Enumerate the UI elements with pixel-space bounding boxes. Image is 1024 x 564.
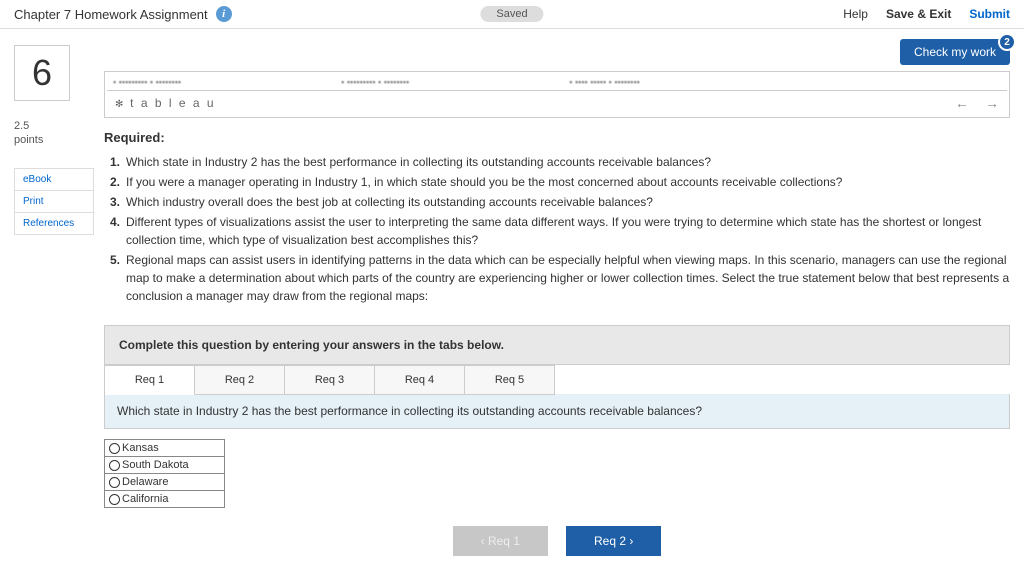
next-req-button[interactable]: Req 2 ›: [566, 526, 661, 556]
radio-icon: [109, 494, 120, 505]
check-label: Check my work: [914, 45, 996, 59]
req-item-2: If you were a manager operating in Indus…: [126, 173, 1010, 191]
current-question: Which state in Industry 2 has the best p…: [104, 394, 1010, 429]
references-link[interactable]: References: [14, 212, 94, 235]
radio-icon: [109, 443, 120, 454]
saved-indicator: Saved: [480, 6, 543, 22]
points-label: points: [14, 134, 43, 146]
req-tabstrip: Req 1 Req 2 Req 3 Req 4 Req 5: [104, 365, 1010, 395]
prev-req-button[interactable]: ‹ Req 1: [453, 526, 548, 556]
req-item-5: Regional maps can assist users in identi…: [126, 251, 1010, 305]
req-nav: ‹ Req 1 Req 2 ›: [104, 526, 1010, 564]
tab-req-2[interactable]: Req 2: [195, 365, 285, 395]
points-value: 2.5: [14, 120, 29, 132]
submit-link[interactable]: Submit: [969, 7, 1010, 21]
tableau-forward-icon[interactable]: →: [985, 95, 999, 111]
tableau-back-icon[interactable]: ←: [955, 95, 969, 111]
option-kansas[interactable]: Kansas: [105, 440, 225, 457]
save-exit-link[interactable]: Save & Exit: [886, 7, 951, 21]
radio-icon: [109, 460, 120, 471]
req-item-1: Which state in Industry 2 has the best p…: [126, 153, 1010, 171]
option-south-dakota[interactable]: South Dakota: [105, 457, 225, 474]
topbar-actions: Help Save & Exit Submit: [843, 7, 1010, 21]
option-california[interactable]: California: [105, 491, 225, 508]
radio-icon: [109, 477, 120, 488]
complete-instruction: Complete this question by entering your …: [104, 325, 1010, 365]
top-bar: Chapter 7 Homework Assignment i Saved He…: [0, 0, 1024, 29]
ebook-link[interactable]: eBook: [14, 168, 94, 190]
req-item-4: Different types of visualizations assist…: [126, 213, 1010, 249]
tab-req-3[interactable]: Req 3: [285, 365, 375, 395]
required-heading: Required:: [104, 130, 1010, 145]
info-icon[interactable]: i: [216, 6, 232, 22]
check-badge: 2: [998, 33, 1016, 51]
print-link[interactable]: Print: [14, 190, 94, 212]
answer-options: Kansas South Dakota Delaware California: [104, 439, 225, 508]
required-list: 1.Which state in Industry 2 has the best…: [104, 153, 1010, 305]
tableau-tabs: ▪ ▪▪▪▪▪▪▪▪▪ ▪ ▪▪▪▪▪▪▪▪▪ ▪▪▪▪▪▪▪▪▪ ▪ ▪▪▪▪…: [107, 74, 1007, 90]
assignment-title: Chapter 7 Homework Assignment: [14, 7, 208, 22]
help-link[interactable]: Help: [843, 7, 868, 21]
question-number: 6: [14, 45, 70, 101]
tab-req-1[interactable]: Req 1: [105, 365, 195, 395]
points-display: 2.5 points: [14, 119, 94, 148]
resource-links: eBook Print References: [14, 168, 94, 235]
tableau-logo: t a b l e a u: [115, 96, 216, 110]
tab-req-4[interactable]: Req 4: [375, 365, 465, 395]
left-sidebar: 6 2.5 points eBook Print References: [14, 39, 94, 564]
req-item-3: Which industry overall does the best job…: [126, 193, 1010, 211]
tableau-embed: ▪ ▪▪▪▪▪▪▪▪▪ ▪ ▪▪▪▪▪▪▪▪▪ ▪▪▪▪▪▪▪▪▪ ▪ ▪▪▪▪…: [104, 71, 1010, 118]
check-my-work-button[interactable]: Check my work 2: [900, 39, 1010, 65]
option-delaware[interactable]: Delaware: [105, 474, 225, 491]
tab-req-5[interactable]: Req 5: [465, 365, 555, 395]
